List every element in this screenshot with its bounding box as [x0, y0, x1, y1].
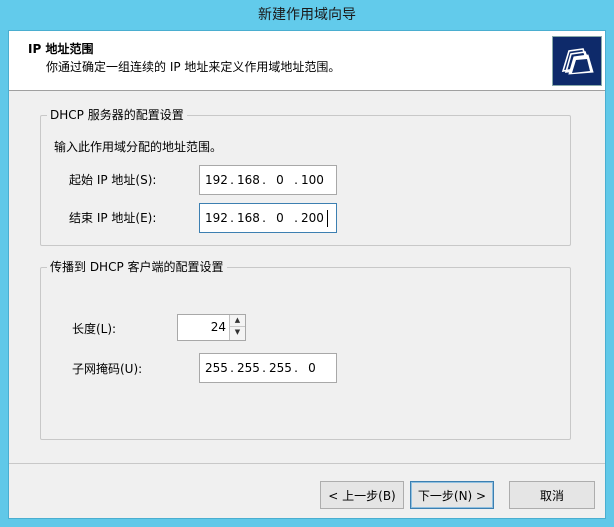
wizard-body: IP 地址范围 你通过确定一组连续的 IP 地址来定义作用域地址范围。 DHCP… [8, 30, 606, 519]
end-ip-octet-3: 0 [276, 211, 284, 225]
next-button[interactable]: 下一步(N) > [410, 481, 494, 509]
window-title: 新建作用域向导 [0, 0, 614, 30]
range-instruction: 输入此作用域分配的地址范围。 [54, 140, 223, 154]
cancel-button[interactable]: 取消 [509, 481, 595, 509]
spin-down-arrow-icon[interactable]: ▼ [229, 327, 245, 340]
mask-octet-4: 0 [308, 361, 316, 375]
start-ip-input[interactable]: 192 . 168 . 0 . 100 [199, 165, 337, 195]
length-value: 24 [210, 320, 226, 334]
ip-dot: . [230, 211, 234, 225]
start-ip-label: 起始 IP 地址(S): [69, 173, 157, 187]
ip-dot: . [294, 211, 298, 225]
wizard-header: IP 地址范围 你通过确定一组连续的 IP 地址来定义作用域地址范围。 [9, 31, 605, 91]
page-subtitle: 你通过确定一组连续的 IP 地址来定义作用域地址范围。 [46, 60, 341, 74]
mask-octet-1: 255 [205, 361, 228, 375]
ip-dot: . [230, 361, 234, 375]
page-title: IP 地址范围 [28, 42, 94, 56]
length-spinbox[interactable]: 24 ▲ ▼ [177, 314, 246, 341]
subnet-mask-input[interactable]: 255 . 255 . 255 . 0 [199, 353, 337, 383]
ip-dot: . [230, 173, 234, 187]
folders-icon [552, 36, 602, 86]
dhcp-config-legend: DHCP 服务器的配置设置 [47, 108, 187, 123]
ip-dot: . [262, 211, 266, 225]
ip-dot: . [262, 361, 266, 375]
ip-dot: . [262, 173, 266, 187]
client-config-group: 传播到 DHCP 客户端的配置设置 长度(L): 24 ▲ ▼ 子网掩码(U):… [40, 260, 571, 440]
mask-octet-2: 255 [237, 361, 260, 375]
end-ip-input[interactable]: 192 . 168 . 0 . 200 [199, 203, 337, 233]
start-ip-octet-1: 192 [205, 173, 228, 187]
end-ip-label: 结束 IP 地址(E): [69, 211, 157, 225]
start-ip-octet-3: 0 [276, 173, 284, 187]
dhcp-config-group: DHCP 服务器的配置设置 输入此作用域分配的地址范围。 起始 IP 地址(S)… [40, 108, 571, 246]
end-ip-octet-4: 200 [301, 211, 324, 225]
mask-octet-3: 255 [269, 361, 292, 375]
ip-dot: . [294, 173, 298, 187]
subnet-mask-label: 子网掩码(U): [72, 362, 143, 376]
length-label: 长度(L): [72, 322, 117, 336]
end-ip-octet-2: 168 [237, 211, 260, 225]
back-button[interactable]: < 上一步(B) [320, 481, 404, 509]
start-ip-octet-4: 100 [301, 173, 324, 187]
wizard-window: 新建作用域向导 IP 地址范围 你通过确定一组连续的 IP 地址来定义作用域地址… [0, 0, 614, 527]
spin-up-arrow-icon[interactable]: ▲ [229, 315, 245, 327]
end-ip-octet-1: 192 [205, 211, 228, 225]
start-ip-octet-2: 168 [237, 173, 260, 187]
text-caret [327, 210, 328, 227]
client-config-legend: 传播到 DHCP 客户端的配置设置 [47, 260, 227, 275]
footer-divider [9, 463, 605, 464]
ip-dot: . [294, 361, 298, 375]
